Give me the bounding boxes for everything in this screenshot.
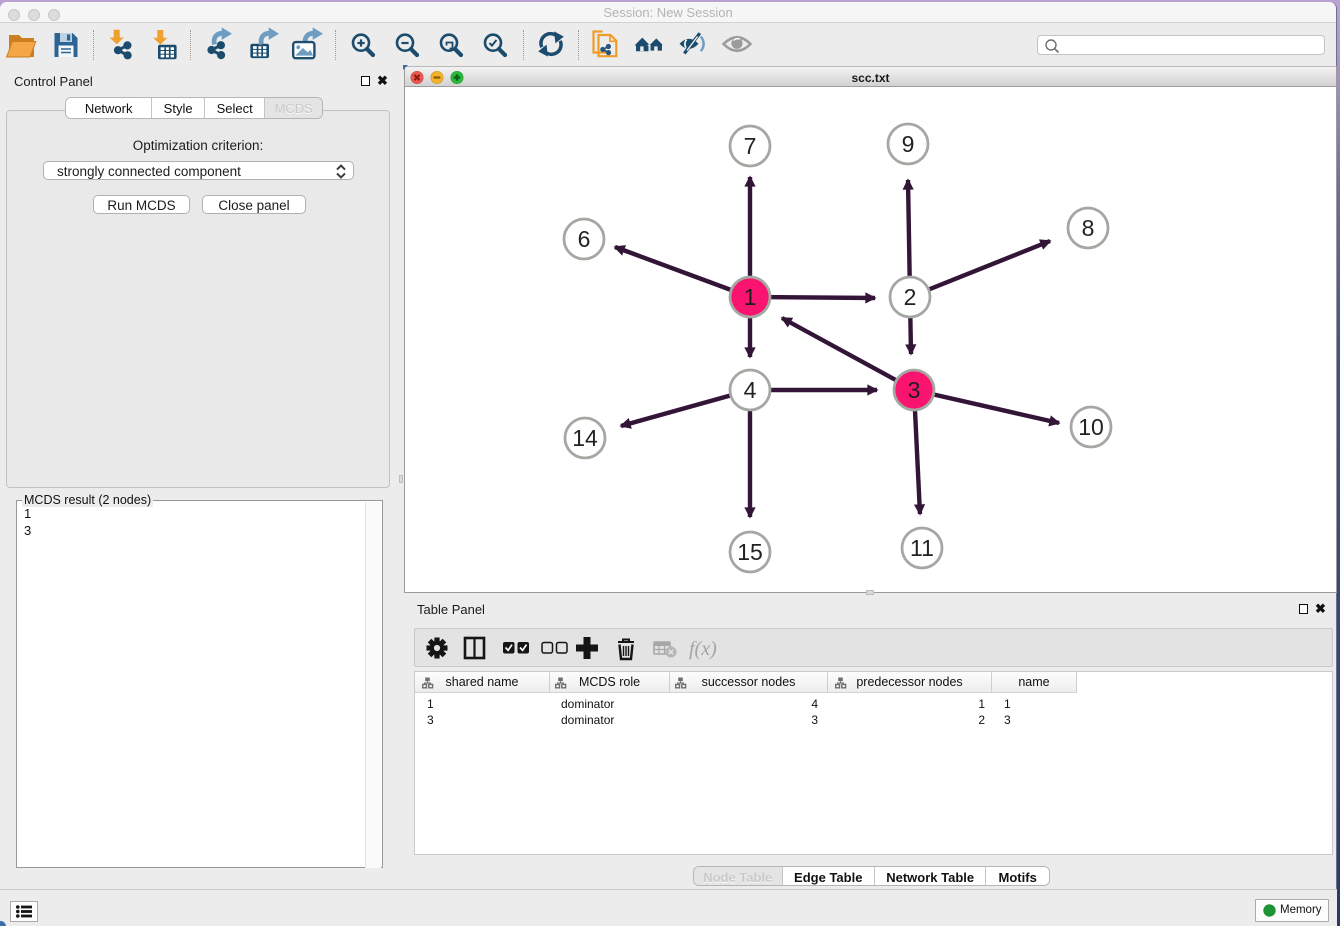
svg-text:14: 14 bbox=[572, 425, 598, 451]
svg-text:7: 7 bbox=[744, 133, 757, 159]
svg-text:1: 1 bbox=[744, 284, 757, 310]
svg-text:f(x): f(x) bbox=[689, 638, 717, 660]
svg-text:3: 3 bbox=[908, 377, 921, 403]
svg-text:11: 11 bbox=[910, 535, 934, 561]
svg-text:15: 15 bbox=[737, 539, 763, 565]
svg-text:6: 6 bbox=[578, 226, 591, 252]
svg-text:9: 9 bbox=[902, 131, 915, 157]
svg-text:2: 2 bbox=[904, 284, 917, 310]
svg-text:4: 4 bbox=[744, 377, 757, 403]
svg-text:10: 10 bbox=[1078, 414, 1104, 440]
svg-text:8: 8 bbox=[1082, 215, 1095, 241]
